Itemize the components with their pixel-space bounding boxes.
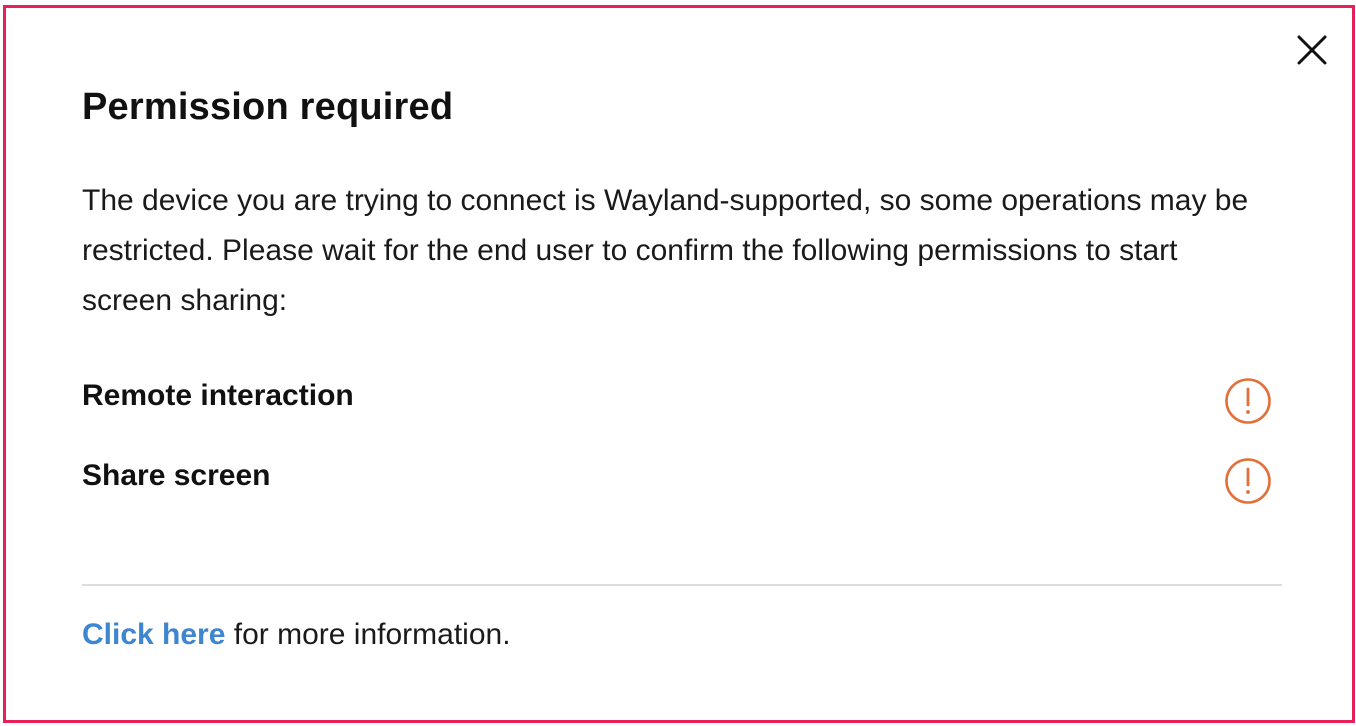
warning-circle-icon — [1224, 377, 1272, 425]
close-button[interactable] — [1294, 32, 1330, 68]
more-info-link[interactable]: Click here — [82, 618, 225, 651]
footer-text: for more information. — [225, 618, 511, 651]
dialog-title: Permission required — [82, 86, 454, 128]
warning-circle-icon — [1224, 457, 1272, 505]
close-icon — [1297, 35, 1327, 65]
permission-label: Remote interaction — [82, 379, 354, 412]
divider — [82, 584, 1282, 586]
permission-label: Share screen — [82, 459, 271, 492]
permission-dialog: Permission required The device you are t… — [3, 5, 1355, 723]
permission-row-share-screen: Share screen — [82, 457, 1272, 505]
footer-info: Click here for more information. — [82, 618, 511, 652]
dialog-description: The device you are trying to connect is … — [82, 184, 1249, 317]
permission-row-remote-interaction: Remote interaction — [82, 377, 1272, 425]
